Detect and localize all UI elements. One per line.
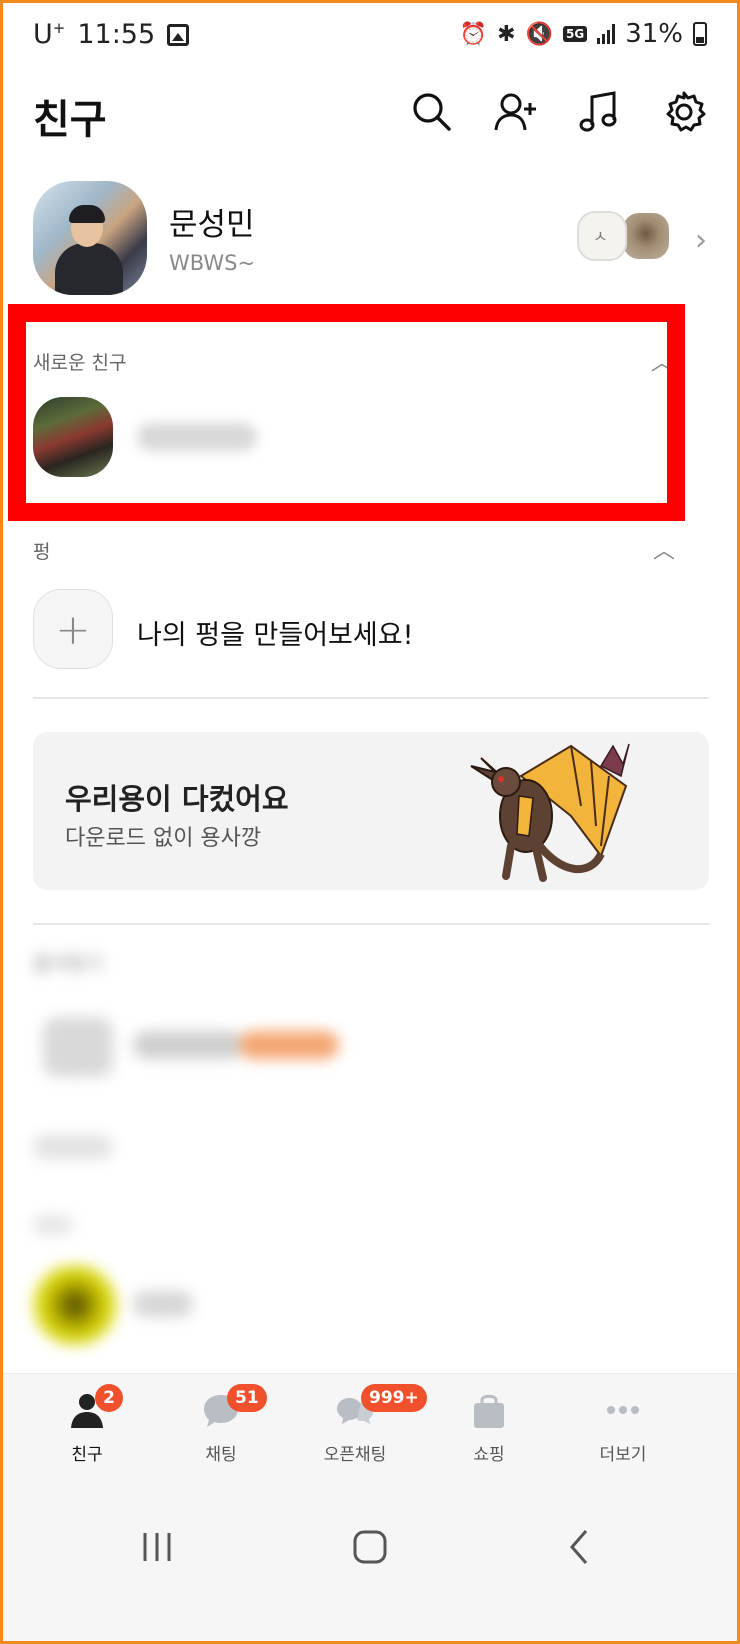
search-icon[interactable]: [409, 89, 455, 135]
add-pung-button[interactable]: +: [33, 589, 113, 669]
tab-label: 쇼핑: [473, 1445, 505, 1465]
battery-icon: [693, 22, 707, 46]
carrier-label: U+: [33, 19, 66, 50]
more-dots-icon: [607, 1406, 639, 1414]
home-icon[interactable]: [330, 1507, 410, 1587]
tab-open-chat[interactable]: 999+ 오픈채팅: [295, 1374, 427, 1478]
status-bar: U+ 11:55 ⏰ ✱ 🔇 5G 31%: [3, 3, 737, 67]
tab-chats[interactable]: 51 채팅: [161, 1374, 281, 1478]
tab-badge: 2: [95, 1384, 123, 1412]
favorites-section-label: 즐겨찾기: [33, 953, 103, 975]
my-profile-avatar[interactable]: [33, 181, 147, 295]
deco-avatar: [621, 211, 671, 261]
shopping-bag-icon: [474, 1394, 504, 1428]
tab-label: 채팅: [205, 1445, 237, 1465]
tab-badge: 51: [227, 1384, 267, 1412]
status-bar-left: U+ 11:55: [33, 19, 190, 50]
plus-icon: +: [55, 604, 91, 654]
signal-icon: [597, 24, 616, 44]
recent-apps-icon[interactable]: [117, 1507, 197, 1587]
pung-section-label: 펑: [33, 541, 51, 563]
banner-subtitle: 다운로드 없이 용사깡: [65, 826, 262, 851]
status-bar-right: ⏰ ✱ 🔇 5G 31%: [460, 19, 707, 49]
alarm-icon: ⏰: [459, 21, 488, 47]
blurred-friend-list: 즐겨찾기: [3, 933, 737, 1373]
back-icon[interactable]: [540, 1507, 620, 1587]
page-title: 친구: [33, 97, 107, 143]
gallery-notification-icon: [167, 23, 190, 46]
tab-label: 친구: [71, 1445, 103, 1465]
highlight-box: [8, 304, 685, 521]
settings-icon[interactable]: [661, 89, 707, 135]
bluetooth-icon: ✱: [497, 21, 516, 47]
app-screen: U+ 11:55 ⏰ ✱ 🔇 5G 31% 친구 문성민 WBWS~ ㅅ › 새…: [3, 3, 737, 1641]
add-friend-icon[interactable]: [493, 89, 539, 135]
tab-label: 오픈채팅: [323, 1445, 387, 1465]
my-profile-status: WBWS~: [169, 251, 256, 275]
chevron-up-icon[interactable]: ︿: [653, 533, 675, 565]
banner-title: 우리용이 다컸어요: [65, 782, 289, 816]
tab-friends[interactable]: 2 친구: [27, 1374, 147, 1478]
tab-label: 더보기: [599, 1445, 647, 1465]
chevron-right-icon[interactable]: ›: [695, 223, 707, 258]
divider: [33, 923, 709, 925]
system-nav-bar: [3, 1477, 737, 1641]
deco-avatar: [577, 211, 627, 261]
header-actions: [409, 89, 707, 135]
tab-more[interactable]: 더보기: [563, 1374, 683, 1478]
tab-shopping[interactable]: 쇼핑: [429, 1374, 549, 1478]
bottom-nav: 2 친구 51 채팅 999+ 오픈채팅 쇼핑 더보기: [3, 1373, 737, 1477]
battery-percent: 31%: [625, 19, 683, 49]
my-profile-name: 문성민: [169, 207, 255, 243]
clock: 11:55: [77, 19, 156, 50]
dragon-illustration: [470, 743, 630, 882]
app-header: 친구: [3, 73, 737, 163]
network-type-badge: 5G: [563, 26, 588, 42]
music-icon[interactable]: [577, 89, 623, 135]
promo-banner[interactable]: 우리용이 다컸어요 다운로드 없이 용사깡: [33, 732, 709, 890]
add-pung-text[interactable]: 나의 펑을 만들어보세요!: [137, 613, 413, 652]
tab-badge: 999+: [361, 1384, 427, 1412]
profile-deco-avatars[interactable]: [577, 211, 671, 261]
my-profile-row[interactable]: 문성민 WBWS~ ›: [33, 181, 713, 301]
divider: [33, 697, 709, 699]
mute-icon: 🔇: [525, 21, 553, 47]
